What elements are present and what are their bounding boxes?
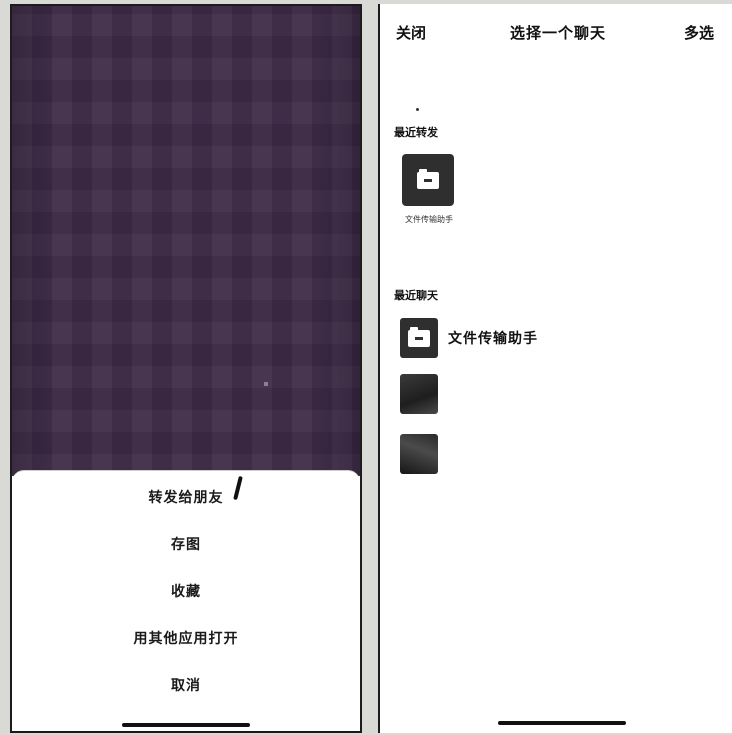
right-phone-screen: 关闭 选择一个聊天 多选 最近转发 文件传输助手 最近聊天 文件传输助手 — [378, 4, 732, 733]
recent-chats-label: 最近聊天 — [394, 289, 438, 302]
chat-row[interactable] — [380, 432, 732, 480]
page-title: 选择一个聊天 — [510, 24, 607, 42]
avatar — [400, 374, 438, 414]
recent-forward-label: 最近转发 — [394, 126, 438, 139]
home-indicator[interactable] — [122, 723, 250, 727]
folder-icon — [400, 318, 438, 358]
avatar — [400, 434, 438, 474]
share-action-sheet: 转发给朋友 存图 收藏 用其他应用打开 取消 — [12, 470, 360, 731]
video-speck — [264, 382, 268, 386]
recent-forward-item[interactable] — [402, 154, 454, 206]
chat-row[interactable] — [380, 372, 732, 420]
folder-icon — [417, 168, 439, 189]
save-image-button[interactable]: 存图 — [12, 524, 360, 564]
chat-name: 文件传输助手 — [448, 331, 538, 347]
cancel-button[interactable]: 取消 — [12, 665, 360, 705]
favorite-button[interactable]: 收藏 — [12, 571, 360, 611]
home-indicator[interactable] — [498, 721, 626, 725]
forward-to-friend-button[interactable]: 转发给朋友 — [12, 477, 360, 517]
close-button[interactable]: 关闭 — [396, 22, 426, 43]
screenshot-stage: 转发给朋友 存图 收藏 用其他应用打开 取消 关闭 选择一个聊天 多选 最近转发… — [0, 0, 732, 735]
open-with-other-app-button[interactable]: 用其他应用打开 — [12, 618, 360, 658]
video-preview — [12, 6, 360, 476]
left-phone-screen: 转发给朋友 存图 收藏 用其他应用打开 取消 — [10, 4, 362, 733]
multi-select-button[interactable]: 多选 — [684, 22, 714, 43]
nav-bar: 关闭 选择一个聊天 多选 — [380, 18, 732, 46]
dot-mark — [416, 108, 419, 111]
chat-row-file-transfer[interactable]: 文件传输助手 — [380, 316, 732, 364]
recent-forward-item-name: 文件传输助手 — [405, 215, 453, 224]
